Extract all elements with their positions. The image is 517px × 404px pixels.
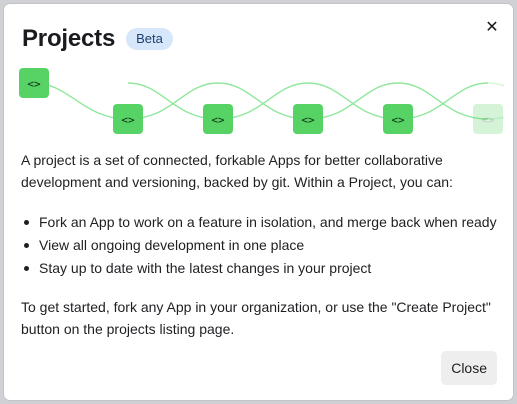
fork-app-node: <> [383, 104, 413, 134]
intro-text: A project is a set of connected, forkabl… [21, 152, 453, 190]
fork-app-node: <> [203, 104, 233, 134]
code-icon: <> [27, 78, 41, 91]
feature-list-item: View all ongoing development in one plac… [21, 234, 497, 257]
project-fork-illustration: <> <> <> <> <> <> [19, 68, 504, 134]
close-button[interactable]: Close [441, 351, 497, 385]
beta-badge: Beta [126, 28, 173, 50]
feature-list-item: Fork an App to work on a feature in isol… [21, 211, 497, 234]
outro-text: To get started, fork any App in your org… [21, 299, 491, 337]
fork-app-node: <> [473, 104, 503, 134]
close-icon[interactable]: ✕ [481, 16, 503, 38]
fork-app-node: <> [113, 104, 143, 134]
code-icon: <> [301, 114, 315, 127]
code-icon: <> [121, 114, 135, 127]
code-icon: <> [481, 114, 495, 127]
dialog-title: Projects [22, 25, 116, 52]
feature-list: Fork an App to work on a feature in isol… [21, 211, 497, 280]
code-icon: <> [211, 114, 225, 127]
projects-dialog: Projects Beta ✕ <> <> <> <> <> <> A project i… [4, 4, 513, 400]
dialog-header: Projects Beta [22, 25, 173, 53]
fork-app-node: <> [293, 104, 323, 134]
main-app-node: <> [19, 68, 49, 98]
code-icon: <> [391, 114, 405, 127]
feature-list-item: Stay up to date with the latest changes … [21, 257, 497, 280]
